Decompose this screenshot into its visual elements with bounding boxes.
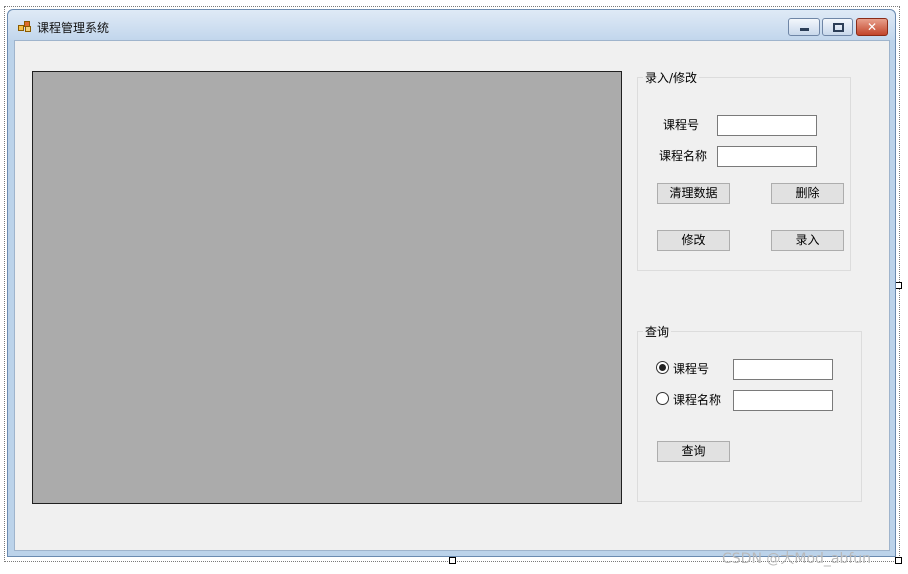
course-name-input[interactable] xyxy=(717,146,817,167)
course-id-label: 课程号 xyxy=(663,118,700,132)
query-groupbox: 查询 课程号 课程名称 查询 xyxy=(637,323,862,502)
form-client-area: 录入/修改 课程号 课程名称 清理数据 删除 修改 录入 查询 课程号 课程名称… xyxy=(14,40,890,551)
close-icon: ✕ xyxy=(866,20,878,34)
delete-button[interactable]: 删除 xyxy=(771,183,844,204)
radio-course-id[interactable] xyxy=(656,361,669,374)
maximize-button[interactable] xyxy=(822,18,853,36)
app-icon xyxy=(18,21,32,32)
title-bar[interactable]: 课程管理系统 ✕ xyxy=(8,10,895,40)
query-course-id-input[interactable] xyxy=(733,359,833,380)
resize-handle-right[interactable] xyxy=(895,282,902,289)
maximize-icon xyxy=(833,23,844,32)
edit-groupbox: 录入/修改 课程号 课程名称 清理数据 删除 修改 录入 xyxy=(637,69,851,271)
query-button[interactable]: 查询 xyxy=(657,441,730,462)
course-data-grid[interactable] xyxy=(32,71,622,504)
minimize-icon xyxy=(800,28,809,31)
minimize-button[interactable] xyxy=(788,18,820,36)
query-course-name-input[interactable] xyxy=(733,390,833,411)
window-title: 课程管理系统 xyxy=(37,21,110,35)
csdn-watermark: CSDN @大Mod_abfun xyxy=(722,551,872,567)
clear-data-button[interactable]: 清理数据 xyxy=(657,183,730,204)
modify-button[interactable]: 修改 xyxy=(657,230,730,251)
resize-handle-corner[interactable] xyxy=(895,557,902,564)
query-group-title: 查询 xyxy=(643,323,672,340)
edit-group-title: 录入/修改 xyxy=(643,69,700,86)
radio-course-name-label[interactable]: 课程名称 xyxy=(673,391,721,408)
course-name-label: 课程名称 xyxy=(659,149,708,163)
close-button[interactable]: ✕ xyxy=(856,18,888,36)
radio-course-id-label[interactable]: 课程号 xyxy=(673,360,709,377)
radio-course-name[interactable] xyxy=(656,392,669,405)
add-button[interactable]: 录入 xyxy=(771,230,844,251)
resize-handle-bottom[interactable] xyxy=(449,557,456,564)
course-id-input[interactable] xyxy=(717,115,817,136)
app-window: 课程管理系统 ✕ 录入/修改 课程号 课程名称 清理数据 删除 修改 录入 查询 xyxy=(7,9,896,557)
